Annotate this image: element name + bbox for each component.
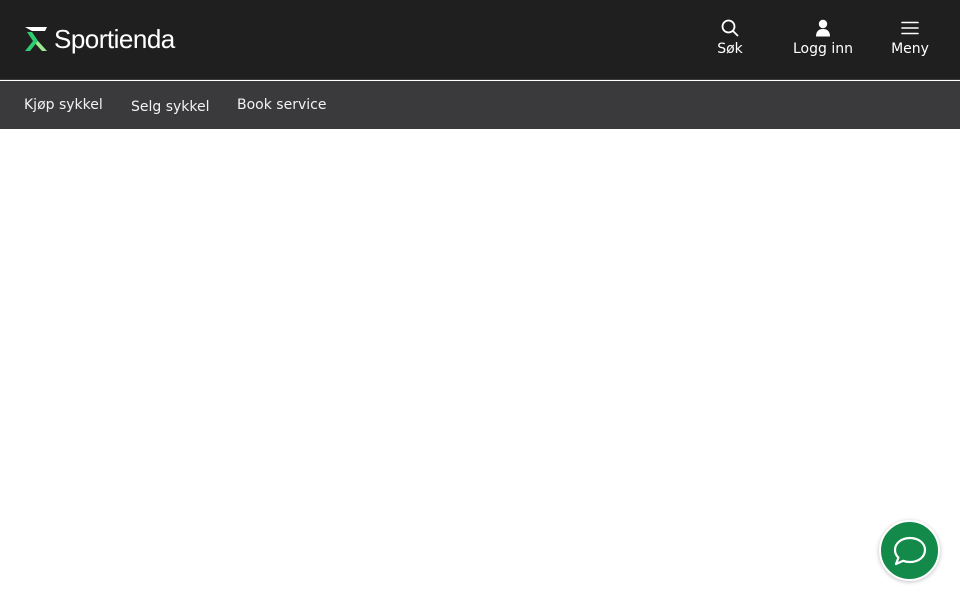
- search-label: Søk: [717, 41, 743, 57]
- hamburger-menu-icon: [901, 18, 919, 38]
- search-button[interactable]: Søk: [706, 18, 754, 64]
- brand-name: Sportienda: [54, 23, 175, 54]
- search-icon: [721, 18, 739, 38]
- login-label: Logg inn: [793, 41, 853, 57]
- sportienda-logo[interactable]: Sportienda: [24, 22, 175, 56]
- main-content: [0, 129, 960, 600]
- subnav-item-sell-bike[interactable]: Selg sykkel: [131, 97, 210, 117]
- sportienda-logo-icon: [25, 27, 47, 51]
- sub-navigation: Kjøp sykkel Selg sykkel Book service: [0, 81, 960, 129]
- subnav-item-buy-bike[interactable]: Kjøp sykkel: [24, 95, 103, 115]
- user-icon: [815, 18, 831, 38]
- chat-button[interactable]: [879, 520, 940, 581]
- subnav-item-book-service[interactable]: Book service: [237, 95, 326, 115]
- top-header: Sportienda Søk Logg inn Meny: [0, 0, 960, 80]
- menu-label: Meny: [891, 41, 929, 57]
- menu-button[interactable]: Meny: [884, 18, 936, 64]
- chat-bubble-icon: [893, 536, 926, 565]
- login-button[interactable]: Logg inn: [786, 18, 860, 64]
